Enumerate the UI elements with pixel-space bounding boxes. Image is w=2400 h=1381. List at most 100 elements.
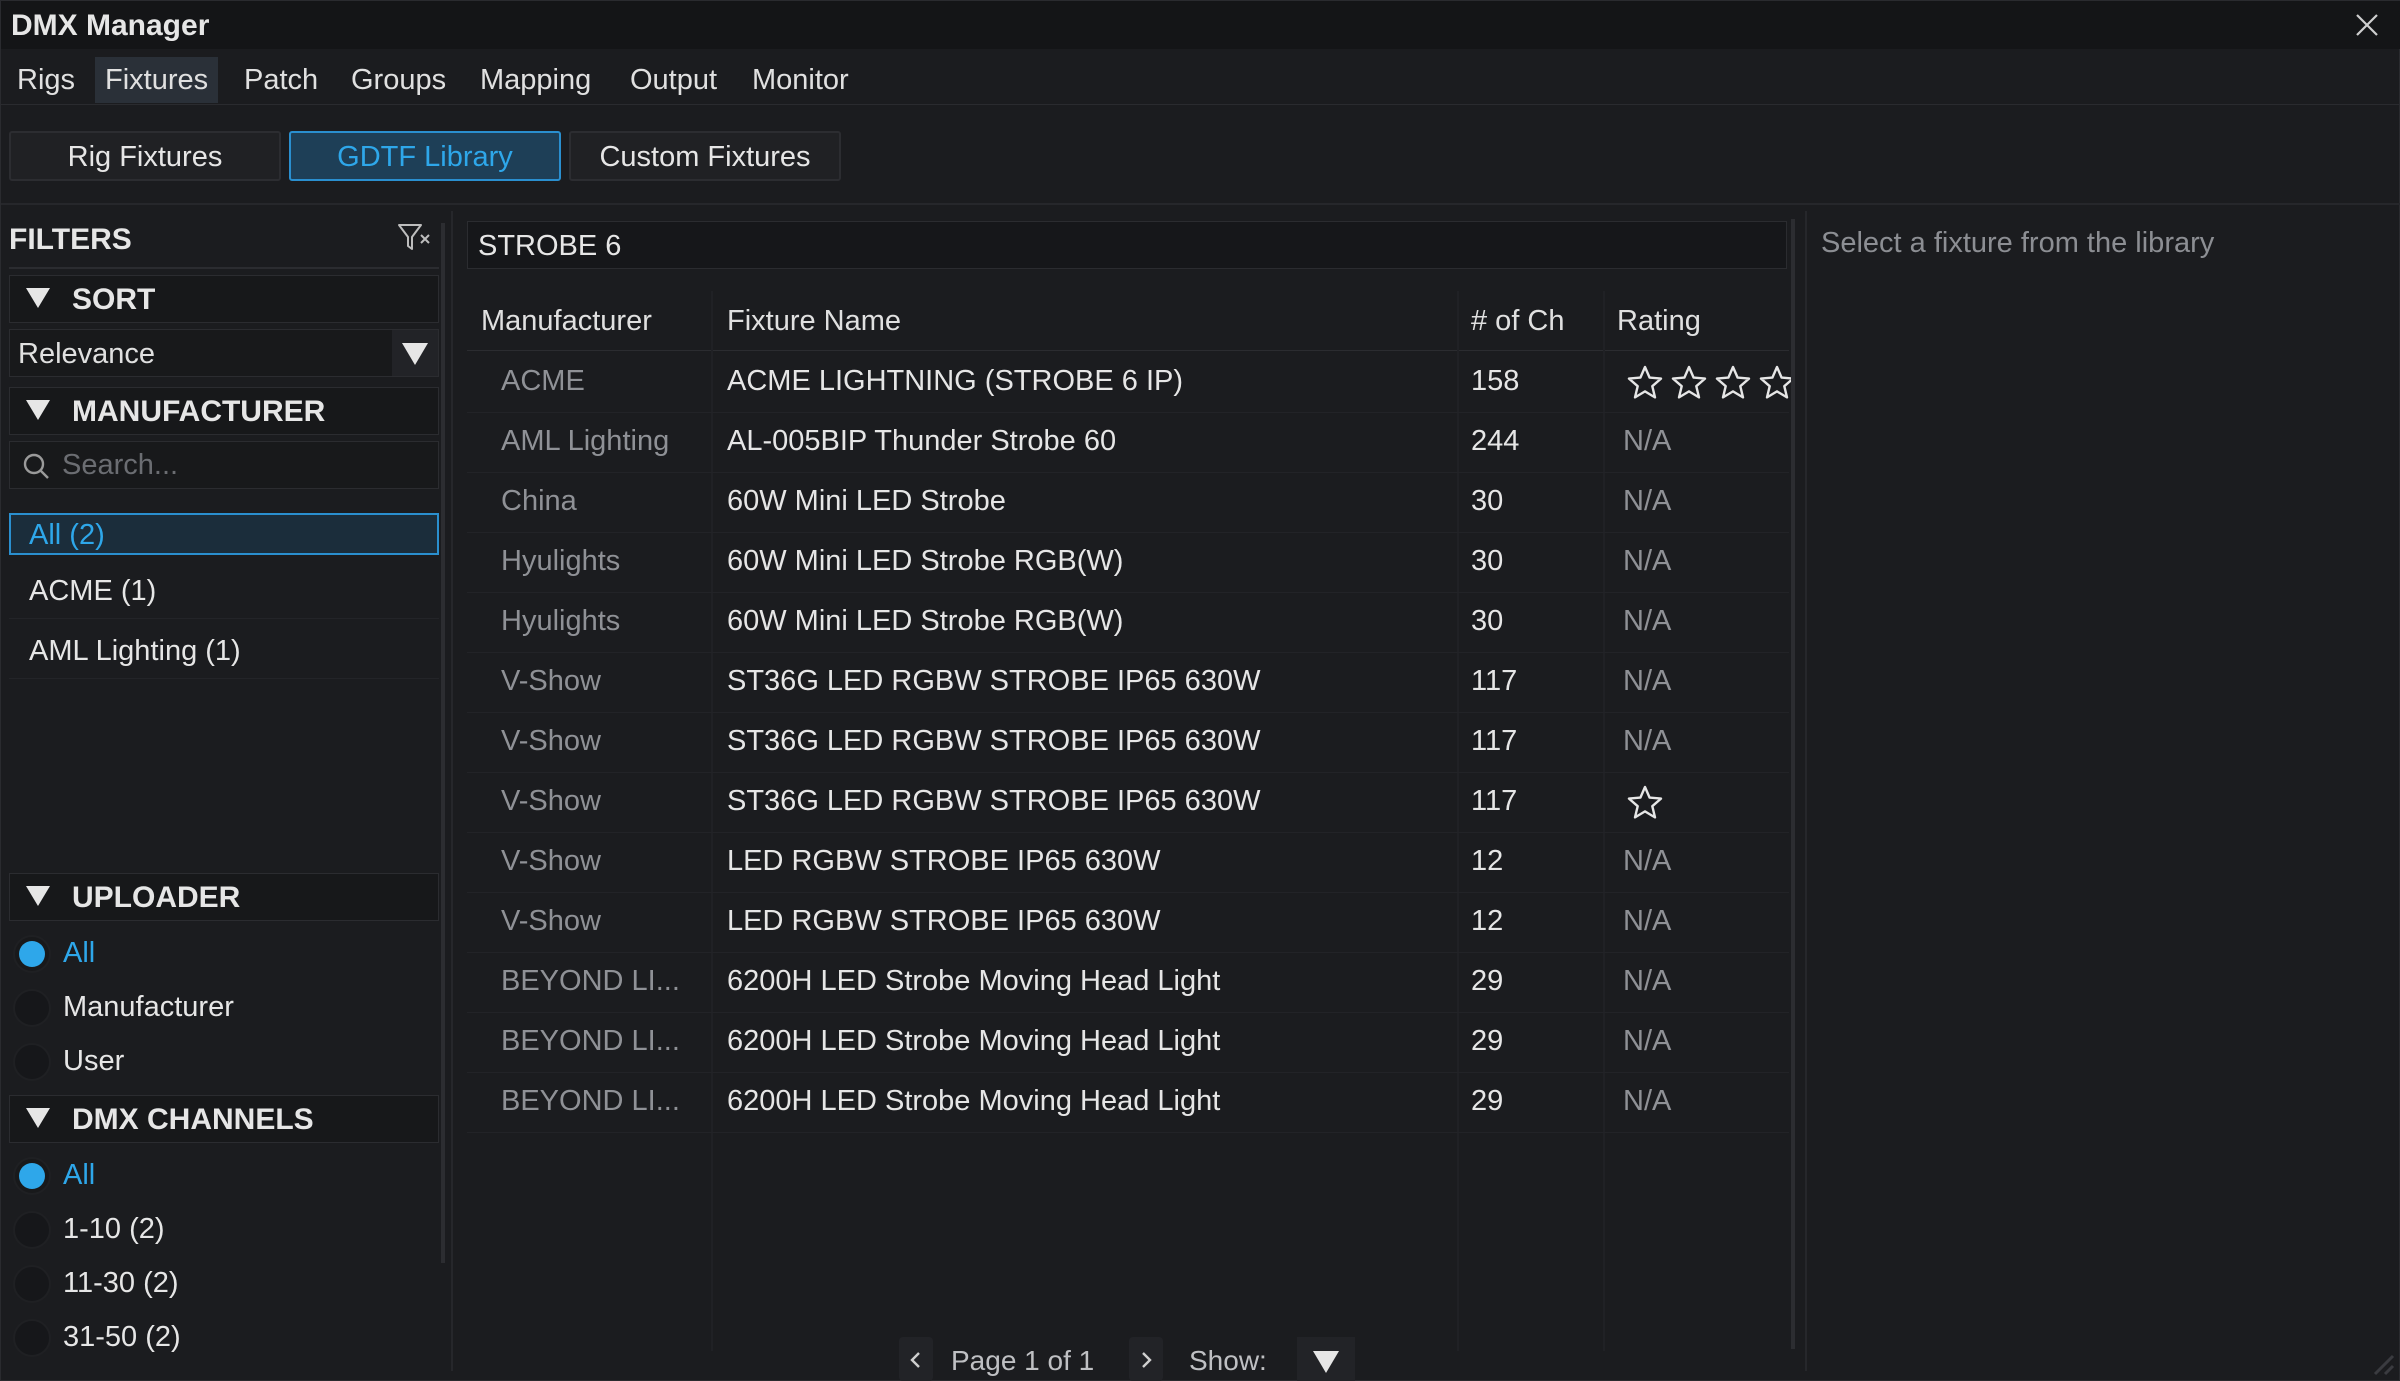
channels-option-1-10[interactable]: 1-10 (2) (9, 1203, 439, 1257)
cell-fixture-name: ST36G LED RGBW STROBE IP65 630W (727, 725, 1261, 757)
cell-manufacturer: V-Show (501, 845, 601, 877)
table-row[interactable]: V-Show ST36G LED RGBW STROBE IP65 630W 117… (467, 713, 1789, 773)
radio-button[interactable] (13, 1319, 51, 1357)
uploader-option-user[interactable]: User (9, 1035, 439, 1089)
manufacturer-search (9, 441, 439, 489)
cell-channels: 30 (1471, 485, 1504, 517)
table-row[interactable]: BEYOND LI... 6200H LED Strobe Moving Head… (467, 1013, 1789, 1073)
chevron-right-icon (1142, 1352, 1152, 1368)
uploader-section-header[interactable]: UPLOADER (9, 873, 439, 921)
tab-groups[interactable]: Groups (341, 57, 456, 103)
table-row[interactable]: BEYOND LI... 6200H LED Strobe Moving Head… (467, 1073, 1789, 1133)
cell-fixture-name: LED RGBW STROBE IP65 630W (727, 845, 1161, 877)
clear-filter-icon[interactable] (395, 219, 433, 257)
cell-manufacturer: Hyulights (501, 545, 621, 577)
manufacturer-section-header[interactable]: MANUFACTURER (9, 387, 439, 435)
cell-channels: 117 (1471, 785, 1518, 817)
radio-button[interactable] (13, 1157, 51, 1195)
close-icon[interactable] (2351, 9, 2383, 41)
cell-rating: N/A (1623, 965, 1672, 997)
radio-button[interactable] (13, 935, 51, 973)
show-label: Show: (1189, 1345, 1267, 1376)
radio-label: All (63, 1159, 96, 1191)
column-header-fixture-name[interactable]: Fixture Name (727, 305, 901, 338)
sort-section-header[interactable]: SORT (9, 275, 439, 323)
cell-channels: 117 (1471, 725, 1518, 757)
manufacturer-item-aml-lighting[interactable]: AML Lighting (1) (9, 623, 439, 679)
cell-manufacturer: BEYOND LI... (501, 1025, 680, 1057)
page-size-dropdown[interactable] (1297, 1337, 1355, 1381)
library-scrollbar[interactable] (1791, 219, 1795, 1349)
tab-monitor[interactable]: Monitor (742, 57, 859, 103)
table-row[interactable]: V-Show ST36G LED RGBW STROBE IP65 630W 117… (467, 653, 1789, 713)
cell-rating: N/A (1623, 665, 1672, 697)
table-row[interactable]: China 60W Mini LED Strobe 30 N/A (467, 473, 1789, 533)
table-row[interactable]: Hyulights 60W Mini LED Strobe RGB(W) 30 N/A (467, 593, 1789, 653)
radio-button[interactable] (13, 1043, 51, 1081)
column-header-rating[interactable]: Rating (1617, 305, 1701, 338)
table-row[interactable]: BEYOND LI... 6200H LED Strobe Moving Head… (467, 953, 1789, 1013)
cell-channels: 29 (1471, 1085, 1504, 1117)
filters-scrollbar[interactable] (441, 223, 445, 1263)
table-row[interactable]: ACME ACME LIGHTNING (STROBE 6 IP) 158 (467, 353, 1795, 413)
star-icon (1627, 365, 1663, 399)
star-icon (1627, 785, 1663, 819)
tab-patch[interactable]: Patch (234, 57, 328, 103)
column-header-manufacturer[interactable]: Manufacturer (481, 305, 652, 338)
cell-rating: N/A (1623, 845, 1672, 877)
cell-rating: N/A (1623, 485, 1672, 517)
uploader-option-manufacturer[interactable]: Manufacturer (9, 981, 439, 1035)
panel-divider (451, 211, 453, 1371)
dmx-channels-heading: DMX CHANNELS (72, 1103, 314, 1136)
library-search-input[interactable] (478, 226, 1778, 266)
manufacturer-heading: MANUFACTURER (72, 395, 326, 428)
manufacturer-item-label: All (2) (29, 519, 105, 551)
tab-fixtures[interactable]: Fixtures (95, 57, 219, 103)
uploader-option-all[interactable]: All (9, 927, 439, 981)
radio-button[interactable] (13, 1211, 51, 1249)
table-row[interactable]: Hyulights 60W Mini LED Strobe RGB(W) 30 N/A (467, 533, 1789, 593)
channels-option-all[interactable]: All (9, 1149, 439, 1203)
radio-label: 11-30 (2) (63, 1267, 179, 1299)
collapse-triangle-icon (26, 400, 50, 420)
pagination: Page 1 of 1 Show: (899, 1337, 1359, 1381)
table-row[interactable]: V-Show ST36G LED RGBW STROBE IP65 630W 117 (467, 773, 1789, 833)
details-panel: Select a fixture from the library (1805, 211, 2395, 1371)
dropdown-button[interactable] (392, 330, 438, 376)
details-hint: Select a fixture from the library (1821, 227, 2215, 259)
uploader-heading: UPLOADER (72, 881, 241, 914)
column-header-channels[interactable]: # of Ch (1471, 305, 1565, 338)
cell-channels: 30 (1471, 545, 1504, 577)
subtab-rig-fixtures[interactable]: Rig Fixtures (9, 131, 281, 181)
resize-grip-icon[interactable] (2355, 1336, 2395, 1376)
dmx-manager-window: DMX Manager Rigs Fixtures Patch Groups M… (0, 0, 2400, 1381)
collapse-triangle-icon (26, 1108, 50, 1128)
tab-output[interactable]: Output (620, 57, 727, 103)
radio-label: All (63, 937, 96, 969)
manufacturer-item-all[interactable]: All (2) (9, 513, 439, 555)
sort-dropdown[interactable]: Relevance (9, 329, 439, 377)
radio-button[interactable] (13, 989, 51, 1027)
manufacturer-item-acme[interactable]: ACME (1) (9, 563, 439, 619)
subtab-custom-fixtures[interactable]: Custom Fixtures (569, 131, 841, 181)
cell-manufacturer: V-Show (501, 725, 601, 757)
channels-option-31-50[interactable]: 31-50 (2) (9, 1311, 439, 1365)
dmx-channels-section-header[interactable]: DMX CHANNELS (9, 1095, 439, 1143)
chevron-down-icon (402, 343, 428, 365)
tab-mapping[interactable]: Mapping (470, 57, 601, 103)
filters-divider (9, 267, 439, 269)
prev-page-button[interactable] (899, 1337, 933, 1381)
tab-rigs[interactable]: Rigs (7, 57, 85, 103)
next-page-button[interactable] (1129, 1337, 1163, 1381)
subtab-gdtf-library[interactable]: GDTF Library (289, 131, 561, 181)
divider (1, 203, 2400, 205)
cell-rating: N/A (1623, 725, 1672, 757)
table-row[interactable]: AML Lighting AL-005BIP Thunder Strobe 60 2… (467, 413, 1789, 473)
cell-fixture-name: LED RGBW STROBE IP65 630W (727, 905, 1161, 937)
table-row[interactable]: V-Show LED RGBW STROBE IP65 630W 12 N/A (467, 893, 1789, 953)
star-icon (1715, 365, 1751, 399)
table-row[interactable]: V-Show LED RGBW STROBE IP65 630W 12 N/A (467, 833, 1789, 893)
radio-button[interactable] (13, 1265, 51, 1303)
manufacturer-search-input[interactable] (62, 446, 432, 484)
channels-option-11-30[interactable]: 11-30 (2) (9, 1257, 439, 1311)
